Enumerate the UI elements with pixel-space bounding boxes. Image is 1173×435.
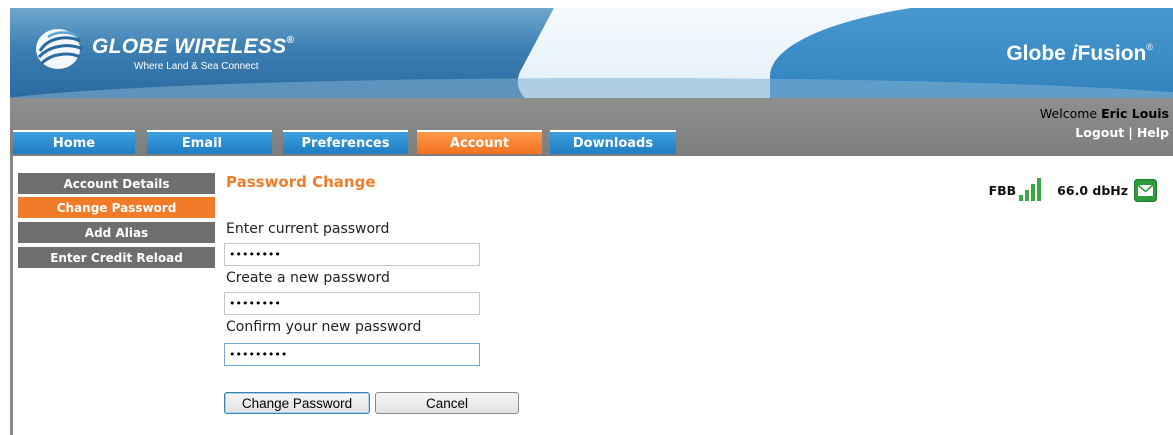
current-password-label: Enter current password — [226, 221, 390, 237]
logo-tagline: Where Land & Sea Connect — [134, 61, 259, 72]
tab-home[interactable]: Home — [13, 130, 135, 154]
tab-preferences[interactable]: Preferences — [283, 130, 408, 154]
tab-email[interactable]: Email — [147, 130, 272, 154]
user-links: Logout | Help — [1075, 125, 1169, 140]
logo-text: GLOBE WIRELESS® — [92, 35, 295, 58]
logout-link[interactable]: Logout — [1075, 125, 1124, 140]
header-banner: GLOBE WIRELESS® Where Land & Sea Connect… — [10, 8, 1173, 98]
connection-type-label: FBB — [988, 182, 1017, 198]
mail-envelope-icon[interactable] — [1134, 178, 1157, 202]
current-password-input[interactable] — [224, 243, 480, 266]
new-password-input[interactable] — [224, 292, 480, 315]
connection-status: FBB 66.0 dbHz — [989, 175, 1157, 205]
sidebar-item-add-alias[interactable]: Add Alias — [18, 222, 215, 243]
nav-bar: Home Email Preferences Account Downloads… — [10, 98, 1173, 156]
new-password-label: Create a new password — [226, 270, 390, 286]
tab-downloads[interactable]: Downloads — [550, 130, 676, 154]
confirm-password-label: Confirm your new password — [226, 319, 422, 335]
confirm-password-input[interactable] — [224, 343, 480, 366]
tab-account[interactable]: Account — [417, 130, 542, 154]
sidebar-item-account-details[interactable]: Account Details — [18, 173, 215, 194]
change-password-button[interactable]: Change Password — [224, 392, 370, 414]
frame-left-edge — [10, 156, 13, 435]
link-separator: | — [1128, 125, 1133, 140]
sidebar-item-enter-credit-reload[interactable]: Enter Credit Reload — [18, 247, 215, 268]
cancel-button[interactable]: Cancel — [375, 392, 519, 414]
user-name: Eric Louis — [1101, 106, 1169, 121]
page-title: Password Change — [226, 173, 376, 191]
globe-wireless-logo-icon — [36, 29, 83, 69]
help-link[interactable]: Help — [1137, 125, 1169, 140]
signal-strength-value: 66.0 dbHz — [1057, 182, 1128, 198]
product-name: Globe iFusion® — [1006, 42, 1153, 65]
welcome-message: Welcome Eric Louis — [1039, 106, 1169, 121]
sidebar-item-change-password[interactable]: Change Password — [18, 197, 215, 218]
signal-bars-icon — [1019, 178, 1042, 201]
